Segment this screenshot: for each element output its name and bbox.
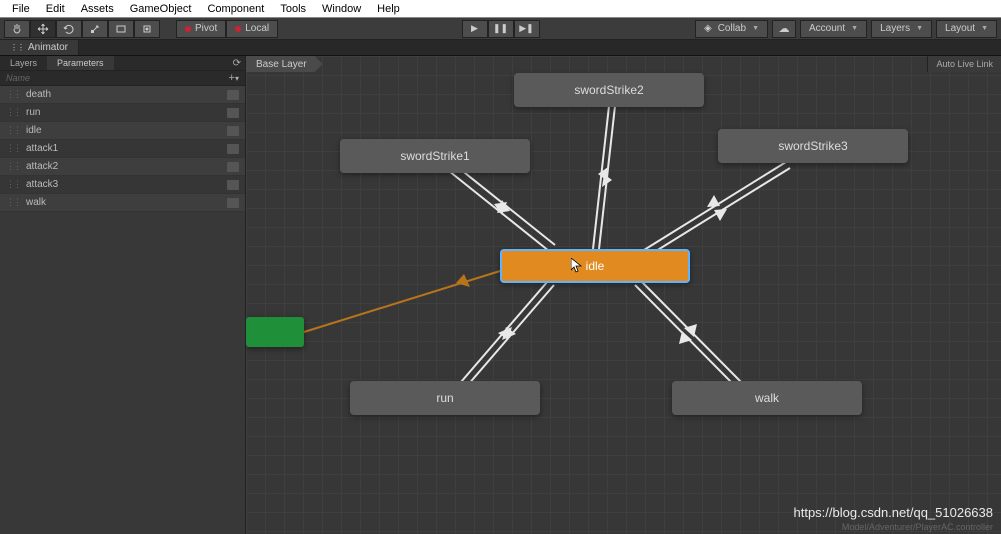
param-idle[interactable]: ⋮⋮idle: [0, 122, 245, 140]
drag-handle-icon[interactable]: ⋮⋮: [6, 89, 20, 100]
state-node-entry[interactable]: [246, 317, 304, 347]
pivot-button[interactable]: Pivot: [176, 20, 226, 38]
drag-handle-icon[interactable]: ⋮⋮: [6, 179, 20, 190]
drag-handle-icon[interactable]: ⋮⋮: [6, 161, 20, 172]
menu-gameobject[interactable]: GameObject: [122, 3, 200, 15]
param-death[interactable]: ⋮⋮death: [0, 86, 245, 104]
window-tabs: ⋮⋮Animator: [0, 40, 1001, 56]
graph-canvas[interactable]: Base Layer Auto Live Link: [246, 56, 1001, 534]
scale-tool[interactable]: [82, 20, 108, 38]
drag-handle-icon[interactable]: ⋮⋮: [6, 125, 20, 136]
play-controls: ▶ ❚❚ ▶❚: [462, 20, 540, 38]
local-button[interactable]: Local: [226, 20, 278, 38]
auto-live-link-button[interactable]: Auto Live Link: [927, 56, 1001, 72]
move-tool[interactable]: [30, 20, 56, 38]
cloud-button[interactable]: ☁: [772, 20, 796, 38]
menu-edit[interactable]: Edit: [38, 3, 73, 15]
menu-help[interactable]: Help: [369, 3, 408, 15]
main-toolbar: Pivot Local ▶ ❚❚ ▶❚ ◈Collab▼ ☁ Account▼ …: [0, 18, 1001, 40]
sidebar-tabs: Layers Parameters ⟳: [0, 56, 245, 71]
layers-dropdown[interactable]: Layers▼: [871, 20, 932, 38]
menu-file[interactable]: File: [4, 3, 38, 15]
param-run[interactable]: ⋮⋮run: [0, 104, 245, 122]
state-node-run[interactable]: run: [350, 381, 540, 415]
hand-tool[interactable]: [4, 20, 30, 38]
menu-assets[interactable]: Assets: [73, 3, 122, 15]
param-type-icon: [227, 90, 239, 100]
play-button[interactable]: ▶: [462, 20, 488, 38]
step-button[interactable]: ▶❚: [514, 20, 540, 38]
state-node-swordstrike1[interactable]: swordStrike1: [340, 139, 530, 173]
search-row: Name +▾: [0, 71, 245, 86]
transform-tool[interactable]: [134, 20, 160, 38]
param-type-icon: [227, 162, 239, 172]
menu-component[interactable]: Component: [199, 3, 272, 15]
param-attack1[interactable]: ⋮⋮attack1: [0, 140, 245, 158]
refresh-icon[interactable]: ⟳: [233, 58, 241, 69]
drag-handle-icon[interactable]: ⋮⋮: [6, 107, 20, 118]
state-node-idle[interactable]: idle: [500, 249, 690, 283]
param-attack2[interactable]: ⋮⋮attack2: [0, 158, 245, 176]
pause-button[interactable]: ❚❚: [488, 20, 514, 38]
drag-handle-icon[interactable]: ⋮⋮: [6, 197, 20, 208]
rotate-tool[interactable]: [56, 20, 82, 38]
drag-handle-icon[interactable]: ⋮⋮: [6, 143, 20, 154]
transition-edges: [246, 56, 1001, 534]
breadcrumb: Base Layer: [246, 56, 323, 72]
right-toolbar: ◈Collab▼ ☁ Account▼ Layers▼ Layout▼: [695, 20, 997, 38]
add-parameter-button[interactable]: +▾: [229, 72, 239, 84]
param-type-icon: [227, 198, 239, 208]
account-dropdown[interactable]: Account▼: [800, 20, 867, 38]
menu-bar: File Edit Assets GameObject Component To…: [0, 0, 1001, 18]
rect-tool[interactable]: [108, 20, 134, 38]
layout-dropdown[interactable]: Layout▼: [936, 20, 997, 38]
state-node-swordstrike2[interactable]: swordStrike2: [514, 73, 704, 107]
parameter-list: ⋮⋮death ⋮⋮run ⋮⋮idle ⋮⋮attack1 ⋮⋮attack2…: [0, 86, 245, 534]
tab-options-icon[interactable]: ⋮⋮: [10, 43, 24, 52]
menu-tools[interactable]: Tools: [272, 3, 314, 15]
param-type-icon: [227, 180, 239, 190]
param-type-icon: [227, 108, 239, 118]
main-area: Layers Parameters ⟳ Name +▾ ⋮⋮death ⋮⋮ru…: [0, 56, 1001, 534]
pivot-group: Pivot Local: [176, 20, 278, 38]
collab-dropdown[interactable]: ◈Collab▼: [695, 20, 768, 38]
animator-sidebar: Layers Parameters ⟳ Name +▾ ⋮⋮death ⋮⋮ru…: [0, 56, 246, 534]
param-type-icon: [227, 126, 239, 136]
state-node-walk[interactable]: walk: [672, 381, 862, 415]
search-placeholder[interactable]: Name: [6, 73, 30, 83]
transform-tools: [4, 20, 160, 38]
param-attack3[interactable]: ⋮⋮attack3: [0, 176, 245, 194]
menu-window[interactable]: Window: [314, 3, 369, 15]
animator-tab[interactable]: ⋮⋮Animator: [0, 40, 79, 55]
asset-path-label: Model/Adventurer/PlayerAC.controller: [842, 522, 993, 532]
mouse-cursor-icon: [571, 258, 583, 274]
param-type-icon: [227, 144, 239, 154]
watermark: https://blog.csdn.net/qq_51026638: [794, 505, 994, 520]
parameters-tab[interactable]: Parameters: [47, 56, 114, 70]
breadcrumb-base-layer[interactable]: Base Layer: [246, 56, 323, 72]
param-walk[interactable]: ⋮⋮walk: [0, 194, 245, 212]
layers-tab[interactable]: Layers: [0, 56, 47, 70]
state-node-swordstrike3[interactable]: swordStrike3: [718, 129, 908, 163]
